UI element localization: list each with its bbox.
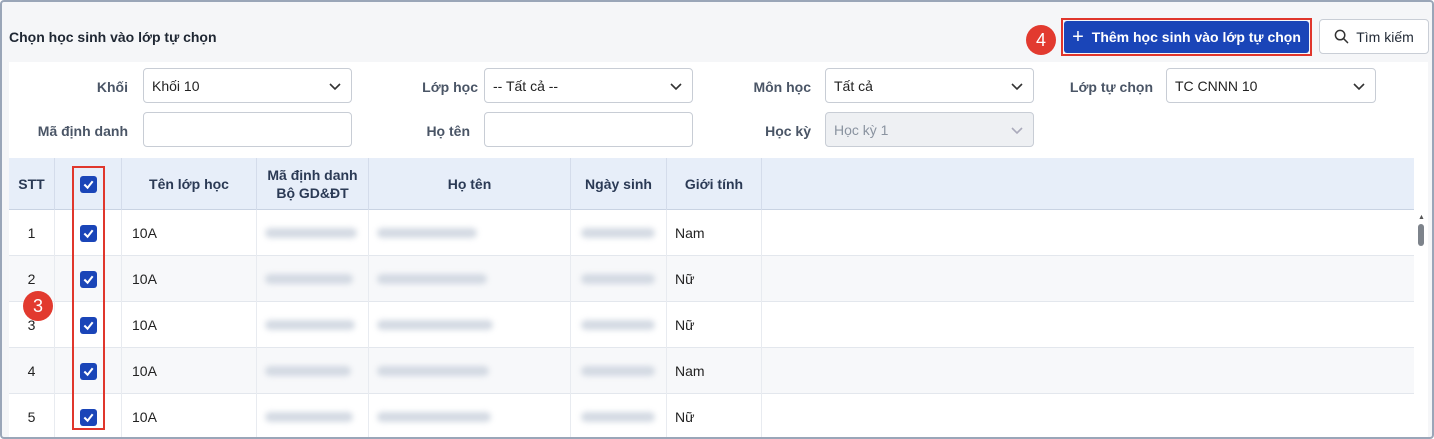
cell-ho-ten-redacted [369,394,571,437]
ma-dinh-danh-input[interactable] [143,112,352,147]
table-header: STT Tên lớp học Mã định danh Bộ GD&ĐT Họ… [9,158,1414,210]
cell-ho-ten-redacted [369,256,571,302]
step-badge-3: 3 [23,291,53,321]
lop-tu-chon-value: TC CNNN 10 [1175,77,1258,94]
chevron-down-icon [670,82,682,90]
chevron-down-icon [1353,82,1365,90]
cell-lop: 10A [122,302,257,348]
table-row[interactable]: 5 10A Nữ [9,394,1414,437]
page-title: Chọn học sinh vào lớp tự chọn [9,29,217,45]
scroll-up-icon[interactable]: ▲ [1418,214,1425,221]
chevron-down-icon [1011,126,1023,134]
cell-ngay-sinh-redacted [571,302,667,348]
khoi-value: Khối 10 [152,77,200,94]
mon-hoc-label: Môn học [753,79,811,95]
ma-dinh-danh-label: Mã định danh [37,123,128,139]
cell-gioi-tinh: Nữ [667,256,762,302]
add-button-highlight: + Thêm học sinh vào lớp tự chọn [1061,18,1312,56]
lop-hoc-select[interactable]: -- Tất cả -- [484,68,693,103]
table-row[interactable]: 3 10A Nữ [9,302,1414,348]
cell-ngay-sinh-redacted [571,394,667,437]
col-stt: STT [9,158,55,210]
chevron-down-icon [1011,82,1023,90]
col-spacer [762,158,1414,210]
cell-lop: 10A [122,348,257,394]
cell-stt: 1 [9,210,55,256]
cell-ngay-sinh-redacted [571,348,667,394]
cell-ngay-sinh-redacted [571,256,667,302]
table-scrollbar[interactable]: ▲ [1416,210,1426,437]
lop-hoc-value: -- Tất cả -- [493,77,559,94]
ho-ten-input[interactable] [484,112,693,147]
hoc-ky-value: Học kỳ 1 [834,121,889,138]
cell-gioi-tinh: Nam [667,348,762,394]
table-row[interactable]: 4 10A Nam [9,348,1414,394]
cell-ma-dinh-danh-redacted [257,302,369,348]
cell-ho-ten-redacted [369,348,571,394]
col-ten-lop: Tên lớp học [122,158,257,210]
col-ma-dinh-danh: Mã định danh Bộ GD&ĐT [257,158,369,210]
add-students-button[interactable]: + Thêm học sinh vào lớp tự chọn [1064,21,1309,53]
col-ma-dinh-danh-line1: Mã định danh [267,167,358,183]
cell-lop: 10A [122,210,257,256]
cell-ho-ten-redacted [369,302,571,348]
hoc-ky-label: Học kỳ [765,123,811,139]
hoc-ky-select: Học kỳ 1 [825,112,1034,147]
ho-ten-label: Họ tên [426,123,470,139]
plus-icon: + [1072,26,1084,48]
lop-hoc-label: Lớp học [422,79,478,95]
khoi-select[interactable]: Khối 10 [143,68,352,103]
cell-ma-dinh-danh-redacted [257,210,369,256]
lop-tu-chon-label: Lớp tự chọn [1069,79,1153,95]
col-ho-ten: Họ tên [369,158,571,210]
add-students-label: Thêm học sinh vào lớp tự chọn [1091,29,1301,45]
cell-ma-dinh-danh-redacted [257,256,369,302]
cell-gioi-tinh: Nữ [667,302,762,348]
checkbox-column-highlight [72,166,105,430]
scrollbar-thumb[interactable] [1418,224,1424,246]
cell-ho-ten-redacted [369,210,571,256]
cell-lop: 10A [122,394,257,437]
cell-gioi-tinh: Nữ [667,394,762,437]
cell-ngay-sinh-redacted [571,210,667,256]
col-ma-dinh-danh-line2: Bộ GD&ĐT [276,185,349,201]
khoi-label: Khối [96,79,128,95]
table-row[interactable]: 1 10A Nam [9,210,1414,256]
cell-ma-dinh-danh-redacted [257,348,369,394]
cell-ma-dinh-danh-redacted [257,394,369,437]
search-button-label: Tìm kiếm [1356,28,1414,45]
col-ngay-sinh: Ngày sinh [571,158,667,210]
chevron-down-icon [329,82,341,90]
search-icon [1334,29,1349,44]
app-frame: Chọn học sinh vào lớp tự chọn 4 + Thêm h… [0,0,1434,439]
cell-stt: 4 [9,348,55,394]
table-row[interactable]: 2 10A Nữ [9,256,1414,302]
cell-gioi-tinh: Nam [667,210,762,256]
step-badge-4: 4 [1026,25,1056,55]
search-button[interactable]: Tìm kiếm [1319,19,1429,54]
mon-hoc-value: Tất cả [834,77,873,94]
mon-hoc-select[interactable]: Tất cả [825,68,1034,103]
cell-stt: 5 [9,394,55,437]
col-gioi-tinh: Giới tính [667,158,762,210]
cell-lop: 10A [122,256,257,302]
lop-tu-chon-select[interactable]: TC CNNN 10 [1166,68,1376,103]
